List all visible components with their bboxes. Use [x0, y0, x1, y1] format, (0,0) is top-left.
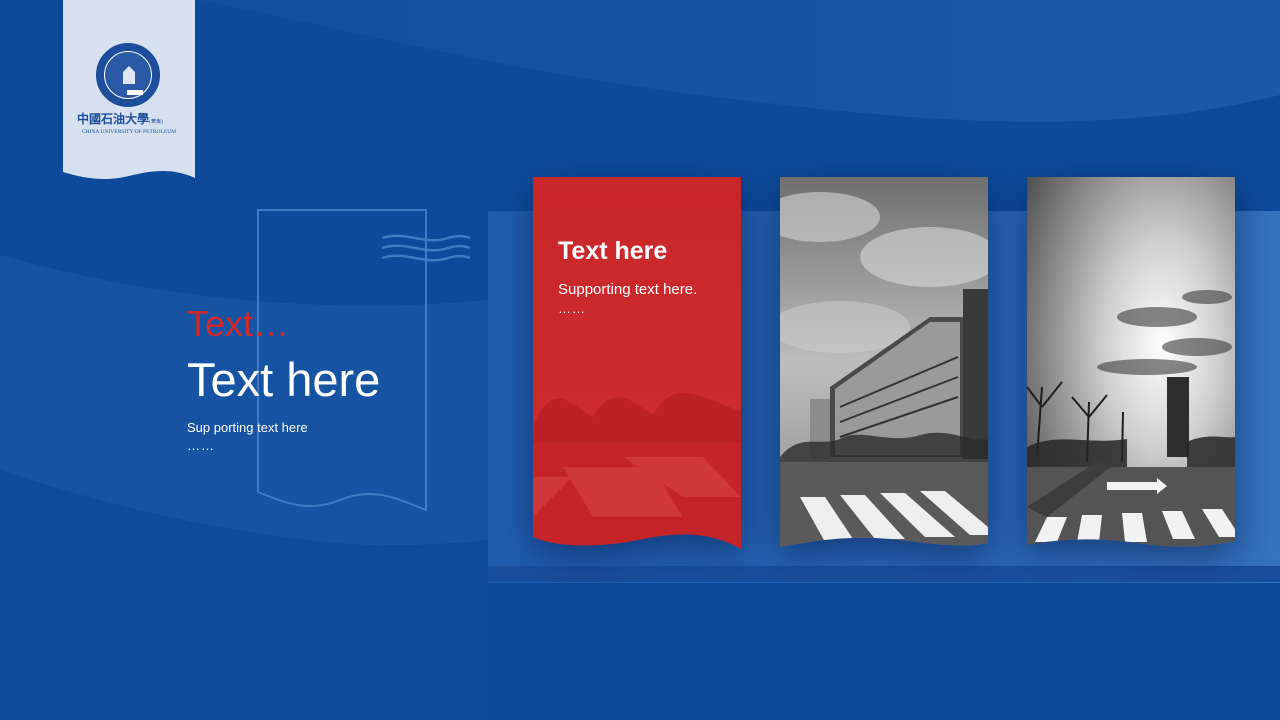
- card-red[interactable]: Text here Supporting text here. ……: [533, 177, 741, 549]
- card-title: Text here: [558, 237, 668, 265]
- sunburst-street-photo-bw: [1027, 177, 1235, 547]
- card-text: Supporting text here.: [558, 281, 698, 298]
- card-street[interactable]: [1027, 177, 1235, 549]
- cards-panel-base: [488, 566, 1280, 582]
- supporting-text: Sup porting text here: [187, 420, 308, 435]
- logo-name-cn: 中國石油大學(華東): [77, 112, 163, 126]
- university-logo-tab: 中國石油大學(華東) CHINA UNIVERSITY OF PETROLEUM: [63, 0, 195, 180]
- logo-campus-tag: (華東): [149, 119, 163, 125]
- top-wave: [200, 0, 1280, 122]
- section-label: Text…: [187, 303, 290, 344]
- card-ellipsis: ……: [558, 301, 586, 316]
- university-seal-icon: [96, 43, 160, 107]
- page-title: Text here: [187, 353, 381, 406]
- campus-road-photo-red-tint: [533, 177, 741, 549]
- ellipsis-text: ……: [187, 438, 215, 453]
- campus-building-photo-bw: [780, 177, 988, 547]
- logo-name-en: CHINA UNIVERSITY OF PETROLEUM: [82, 129, 177, 135]
- card-building[interactable]: [780, 177, 988, 549]
